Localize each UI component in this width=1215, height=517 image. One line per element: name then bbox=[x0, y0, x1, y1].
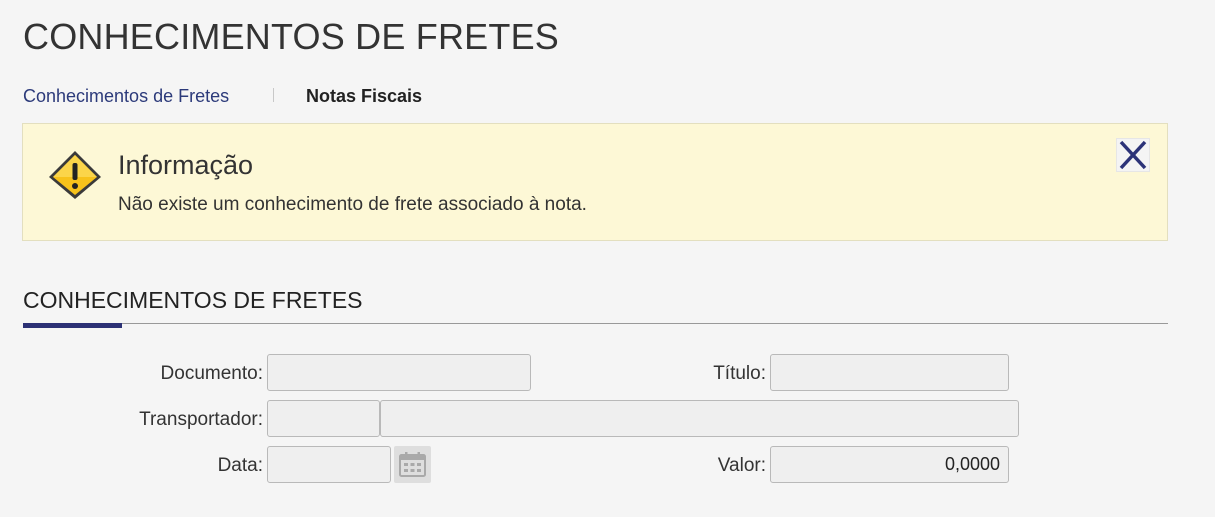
section-title: CONHECIMENTOS DE FRETES bbox=[23, 287, 363, 313]
tab-notas-fiscais[interactable]: Notas Fiscais bbox=[306, 86, 422, 107]
close-icon bbox=[1119, 140, 1147, 170]
alert-message: Não existe um conhecimento de frete asso… bbox=[118, 194, 587, 215]
valor-input[interactable] bbox=[770, 446, 1009, 483]
section-divider bbox=[23, 323, 1168, 324]
close-button[interactable] bbox=[1116, 138, 1150, 172]
warning-icon bbox=[49, 151, 101, 199]
calendar-button[interactable] bbox=[394, 446, 431, 483]
data-input[interactable] bbox=[267, 446, 391, 483]
documento-input[interactable] bbox=[267, 354, 531, 391]
tab-conhecimentos-de-fretes[interactable]: Conhecimentos de Fretes bbox=[23, 86, 229, 107]
documento-label: Documento: bbox=[160, 363, 263, 384]
tab-separator bbox=[273, 88, 274, 102]
transportador-code-input[interactable] bbox=[267, 400, 380, 437]
page-title: CONHECIMENTOS DE FRETES bbox=[23, 16, 559, 57]
titulo-input[interactable] bbox=[770, 354, 1009, 391]
section-accent-bar bbox=[23, 323, 122, 328]
alert-title: Informação bbox=[118, 150, 254, 180]
valor-label: Valor: bbox=[717, 455, 766, 476]
transportador-label: Transportador: bbox=[139, 409, 263, 430]
transportador-name-input[interactable] bbox=[380, 400, 1019, 437]
data-label: Data: bbox=[217, 455, 263, 476]
calendar-icon bbox=[399, 452, 426, 477]
info-alert: Informação Não existe um conhecimento de… bbox=[22, 123, 1168, 241]
titulo-label: Título: bbox=[713, 363, 766, 384]
